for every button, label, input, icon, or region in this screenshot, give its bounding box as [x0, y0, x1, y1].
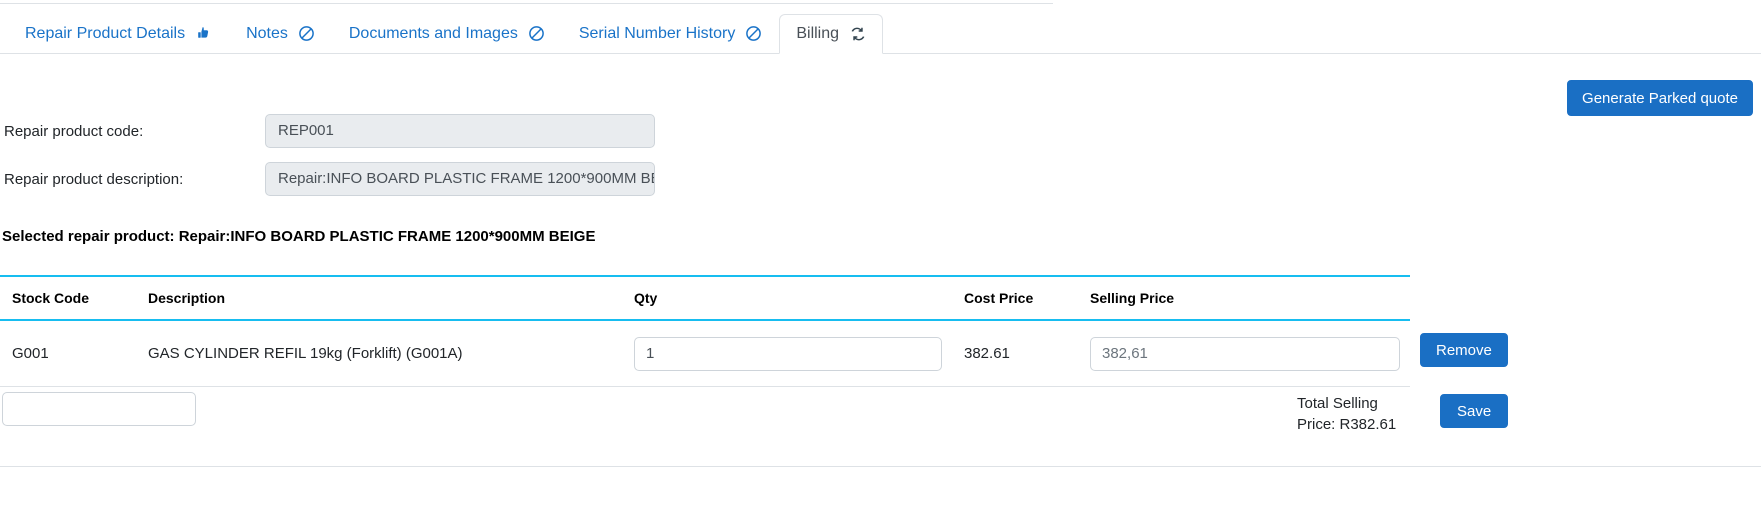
column-header-selling-price: Selling Price — [1090, 290, 1175, 306]
repair-product-code-label: Repair product code: — [4, 122, 144, 140]
prohibited-icon — [298, 25, 315, 42]
tab-list: Repair Product Details Notes Documents a… — [8, 14, 884, 54]
billing-table: Stock Code Description Qty Cost Price Se… — [0, 275, 1410, 387]
billing-page: Repair Product Details Notes Documents a… — [0, 0, 1761, 511]
prohibited-icon — [745, 25, 762, 42]
selected-repair-product-heading: Selected repair product: Repair:INFO BOA… — [2, 228, 596, 245]
cell-stock-code: G001 — [12, 345, 49, 362]
bottom-divider — [0, 466, 1761, 467]
column-header-description: Description — [148, 290, 226, 306]
tab-documents-and-images[interactable]: Documents and Images — [332, 14, 562, 54]
selling-price-input[interactable] — [1090, 336, 1400, 371]
cell-qty — [634, 336, 964, 371]
thumbs-up-icon — [195, 25, 212, 42]
qty-input[interactable] — [634, 336, 942, 371]
remove-row-button[interactable]: Remove — [1420, 333, 1508, 367]
sync-icon — [849, 25, 866, 42]
table-header-row: Stock Code Description Qty Cost Price Se… — [0, 277, 1410, 321]
total-selling-price: Total Selling Price: R382.61 — [1297, 393, 1403, 435]
repair-product-description-label: Repair product description: — [4, 170, 184, 188]
cell-description: GAS CYLINDER REFIL 19kg (Forklift) (G001… — [148, 345, 463, 362]
save-button[interactable]: Save — [1440, 394, 1509, 428]
column-header-stock-code: Stock Code — [12, 290, 90, 306]
cell-cost-price: 382.61 — [964, 345, 1010, 362]
tab-label: Documents and Images — [348, 24, 518, 42]
total-selling-price-line1: Total Selling — [1297, 395, 1378, 412]
repair-product-code-row: Repair product code: REP001 — [0, 114, 655, 148]
prohibited-icon — [528, 25, 545, 42]
tab-label: Billing — [796, 24, 840, 42]
table-row: G001 GAS CYLINDER REFIL 19kg (Forklift) … — [0, 321, 1410, 387]
cell-selling-price — [1090, 336, 1410, 371]
column-header-qty: Qty — [634, 290, 658, 306]
tab-repair-product-details[interactable]: Repair Product Details — [8, 14, 229, 54]
tab-label: Serial Number History — [578, 24, 736, 42]
tab-label: Notes — [246, 24, 288, 42]
tab-billing[interactable]: Billing — [779, 14, 884, 54]
tab-label: Repair Product Details — [25, 24, 186, 42]
column-header-cost-price: Cost Price — [964, 290, 1034, 306]
repair-product-description-row: Repair product description: Repair:INFO … — [0, 162, 655, 196]
generate-parked-quote-button[interactable]: Generate Parked quote — [1567, 80, 1753, 116]
tab-notes[interactable]: Notes — [229, 14, 332, 54]
repair-product-code-field[interactable]: REP001 — [265, 114, 655, 148]
tab-strip: Repair Product Details Notes Documents a… — [0, 4, 1761, 54]
repair-product-description-field[interactable]: Repair:INFO BOARD PLASTIC FRAME 1200*900… — [265, 162, 655, 196]
add-stock-code-input[interactable] — [2, 392, 196, 426]
total-selling-price-line2: Price: R382.61 — [1297, 416, 1397, 433]
tab-serial-number-history[interactable]: Serial Number History — [562, 14, 779, 54]
